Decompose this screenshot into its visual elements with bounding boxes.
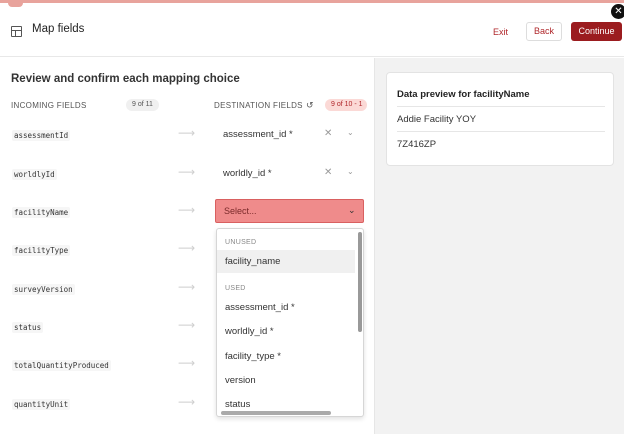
- incoming-field: facilityType: [12, 245, 71, 256]
- table-icon: [11, 26, 22, 37]
- preview-value: Addie Facility YOY: [397, 114, 477, 125]
- arrow-right-icon: ⟶: [178, 203, 196, 217]
- preview-title: Data preview for facilityName: [397, 89, 530, 100]
- incoming-fields-header: INCOMING FIELDS: [11, 101, 87, 110]
- incoming-count-badge: 9 of 11: [126, 99, 159, 111]
- clear-icon[interactable]: ✕: [324, 167, 332, 178]
- preview-panel: Data preview for facilityName Addie Faci…: [374, 58, 624, 434]
- dropdown-group-used: USED: [225, 285, 246, 292]
- destination-count-badge: 9 of 10 - 1: [325, 99, 367, 111]
- incoming-field: worldlyId: [12, 169, 57, 180]
- arrow-right-icon: ⟶: [178, 318, 196, 332]
- close-icon[interactable]: ✕: [611, 4, 624, 19]
- continue-button[interactable]: Continue: [571, 22, 622, 41]
- preview-value: 7Z416ZP: [397, 139, 437, 150]
- dropdown-option[interactable]: version: [217, 369, 355, 392]
- dropdown-group-unused: UNUSED: [225, 239, 257, 246]
- section-title: Review and confirm each mapping choice: [11, 73, 240, 85]
- destination-fields-header: DESTINATION FIELDS: [214, 101, 303, 110]
- chevron-down-icon[interactable]: ⌄: [347, 128, 354, 137]
- dropdown-option[interactable]: facility_type *: [217, 345, 355, 368]
- incoming-field: surveyVersion: [12, 284, 75, 295]
- destination-dropdown: UNUSED facility_name USED assessment_id …: [216, 228, 364, 417]
- dropdown-option[interactable]: facility_name: [217, 250, 355, 273]
- reset-icon[interactable]: ↺: [306, 100, 314, 111]
- arrow-right-icon: ⟶: [178, 241, 196, 255]
- data-preview-card: Data preview for facilityName Addie Faci…: [386, 72, 614, 166]
- incoming-field: assessmentId: [12, 130, 71, 141]
- clear-icon[interactable]: ✕: [324, 128, 332, 139]
- page-title: Map fields: [32, 23, 85, 35]
- exit-button[interactable]: Exit: [487, 23, 514, 41]
- incoming-field: status: [12, 322, 44, 333]
- vertical-scrollbar[interactable]: [358, 232, 362, 332]
- horizontal-scrollbar[interactable]: [221, 411, 331, 415]
- destination-select-open[interactable]: Select... ⌄: [215, 199, 364, 223]
- mapping-row: worldlyId ⟶ worldly_id * ✕ ⌄: [0, 161, 374, 185]
- arrow-right-icon: ⟶: [178, 280, 196, 294]
- arrow-right-icon: ⟶: [178, 165, 196, 179]
- divider: [397, 131, 605, 132]
- mapping-panel: Review and confirm each mapping choice I…: [0, 58, 374, 434]
- incoming-field: totalQuantityProduced: [12, 360, 111, 371]
- mapping-row: assessmentId ⟶ assessment_id * ✕ ⌄: [0, 122, 374, 146]
- dropdown-option[interactable]: worldly_id *: [217, 320, 355, 343]
- header: Map fields Exit Back Continue: [0, 3, 624, 57]
- back-button[interactable]: Back: [526, 22, 562, 41]
- chevron-down-icon[interactable]: ⌄: [348, 205, 356, 216]
- destination-select[interactable]: assessment_id *: [223, 129, 293, 140]
- chevron-down-icon[interactable]: ⌄: [347, 167, 354, 176]
- incoming-field: quantityUnit: [12, 399, 71, 410]
- dropdown-option[interactable]: assessment_id *: [217, 296, 355, 319]
- divider: [397, 106, 605, 107]
- incoming-field: facilityName: [12, 207, 71, 218]
- destination-select[interactable]: worldly_id *: [223, 168, 272, 179]
- select-placeholder: Select...: [224, 206, 257, 216]
- arrow-right-icon: ⟶: [178, 126, 196, 140]
- arrow-right-icon: ⟶: [178, 356, 196, 370]
- arrow-right-icon: ⟶: [178, 395, 196, 409]
